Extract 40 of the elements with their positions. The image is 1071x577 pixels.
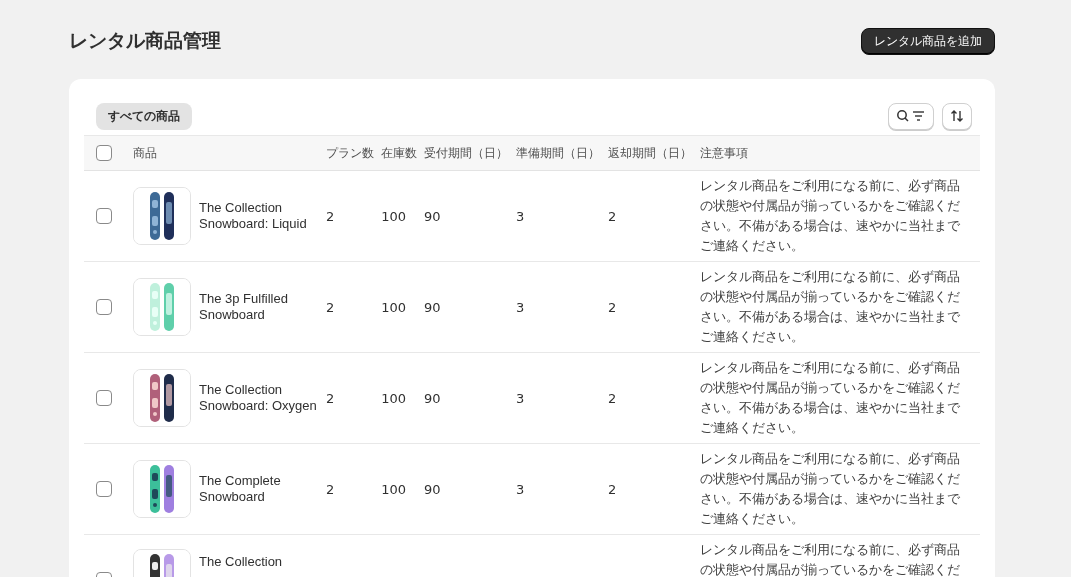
table-cell: 90 [424, 481, 441, 497]
table-cell: 90 [424, 208, 441, 224]
product-name: The Collection Snowboard: Liquid [199, 200, 308, 232]
notes-text: レンタル商品をご利用になる前に、必ず商品の状態や付属品が揃っているかをご確認ください。不備がある場合は、速やかに当社までご連絡ください。 [700, 177, 961, 255]
table-cell: 2 [608, 481, 617, 497]
table-cell: 2 [326, 299, 335, 315]
column-header: 在庫数 [381, 145, 418, 160]
table-cell: 100 [381, 208, 406, 224]
column-header: 返却期間（日） [608, 145, 692, 160]
column-header: 注意事項 [700, 145, 748, 160]
column-header: プラン数 [326, 145, 374, 160]
table-cell: 100 [381, 299, 406, 315]
table-cell: 100 [381, 390, 406, 406]
table-cell: 2 [608, 208, 617, 224]
table-cell: 2 [608, 299, 617, 315]
table-cell: 3 [516, 208, 525, 224]
table-cell: 3 [516, 299, 525, 315]
table-cell: 3 [516, 390, 525, 406]
product-name: The Collection [199, 554, 283, 570]
notes-text: レンタル商品をご利用になる前に、必ず商品の状態や付属品が揃っているかをご確認ください。不備がある場合は、速やかに当社までご連絡ください。 [700, 359, 961, 437]
product-name: The Collection Snowboard: Oxygen [199, 382, 318, 414]
table-cell: 90 [424, 390, 441, 406]
page-title: レンタル商品管理 [69, 28, 221, 53]
table-cell: 2 [326, 208, 335, 224]
notes-text: レンタル商品をご利用になる前に、必ず商品の状態や付属品が揃っているかをご確認くだ [700, 541, 961, 577]
table-cell: 100 [381, 481, 406, 497]
table-cell: 2 [326, 481, 335, 497]
table-cell: 3 [516, 481, 525, 497]
product-name: The 3p Fulfilled Snowboard [199, 291, 289, 323]
add-rental-product-button[interactable]: レンタル商品を追加 [861, 27, 995, 55]
column-header: 受付期間（日） [424, 145, 509, 160]
table-cell: 2 [608, 390, 617, 406]
product-name: The Complete Snowboard [199, 473, 282, 505]
table-cell: 2 [326, 390, 335, 406]
notes-text: レンタル商品をご利用になる前に、必ず商品の状態や付属品が揃っているかをご確認ください。不備がある場合は、速やかに当社までご連絡ください。 [700, 450, 961, 528]
notes-text: レンタル商品をご利用になる前に、必ず商品の状態や付属品が揃っているかをご確認ください。不備がある場合は、速やかに当社までご連絡ください。 [700, 268, 961, 346]
column-header: 商品 [133, 145, 157, 160]
table-cell: 90 [424, 299, 441, 315]
column-header: 準備期間（日） [516, 145, 601, 160]
tab[interactable]: すべての商品 [96, 102, 192, 130]
